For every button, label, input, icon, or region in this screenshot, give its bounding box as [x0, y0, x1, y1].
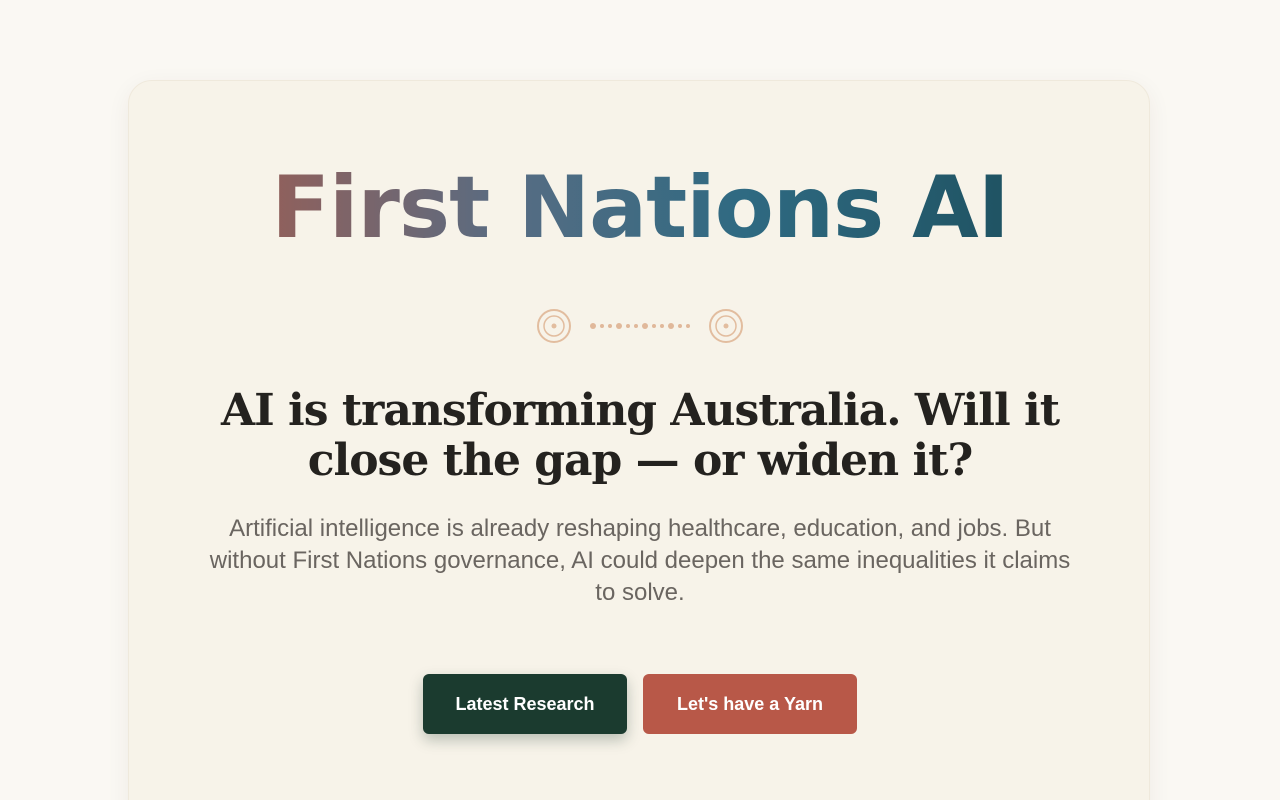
hero-headline: AI is transforming Australia. Will it cl…: [220, 385, 1060, 486]
latest-research-button[interactable]: Latest Research: [423, 674, 627, 734]
concentric-circle-icon: [537, 309, 571, 343]
hero-subcopy: Artificial intelligence is already resha…: [209, 515, 1071, 606]
lets-have-a-yarn-button[interactable]: Let's have a Yarn: [643, 674, 857, 734]
ornament-divider: [537, 309, 743, 343]
brand-title: First Nations AI: [0, 148, 1280, 268]
concentric-circle-icon: [709, 309, 743, 343]
dot-line-icon: [590, 323, 690, 329]
